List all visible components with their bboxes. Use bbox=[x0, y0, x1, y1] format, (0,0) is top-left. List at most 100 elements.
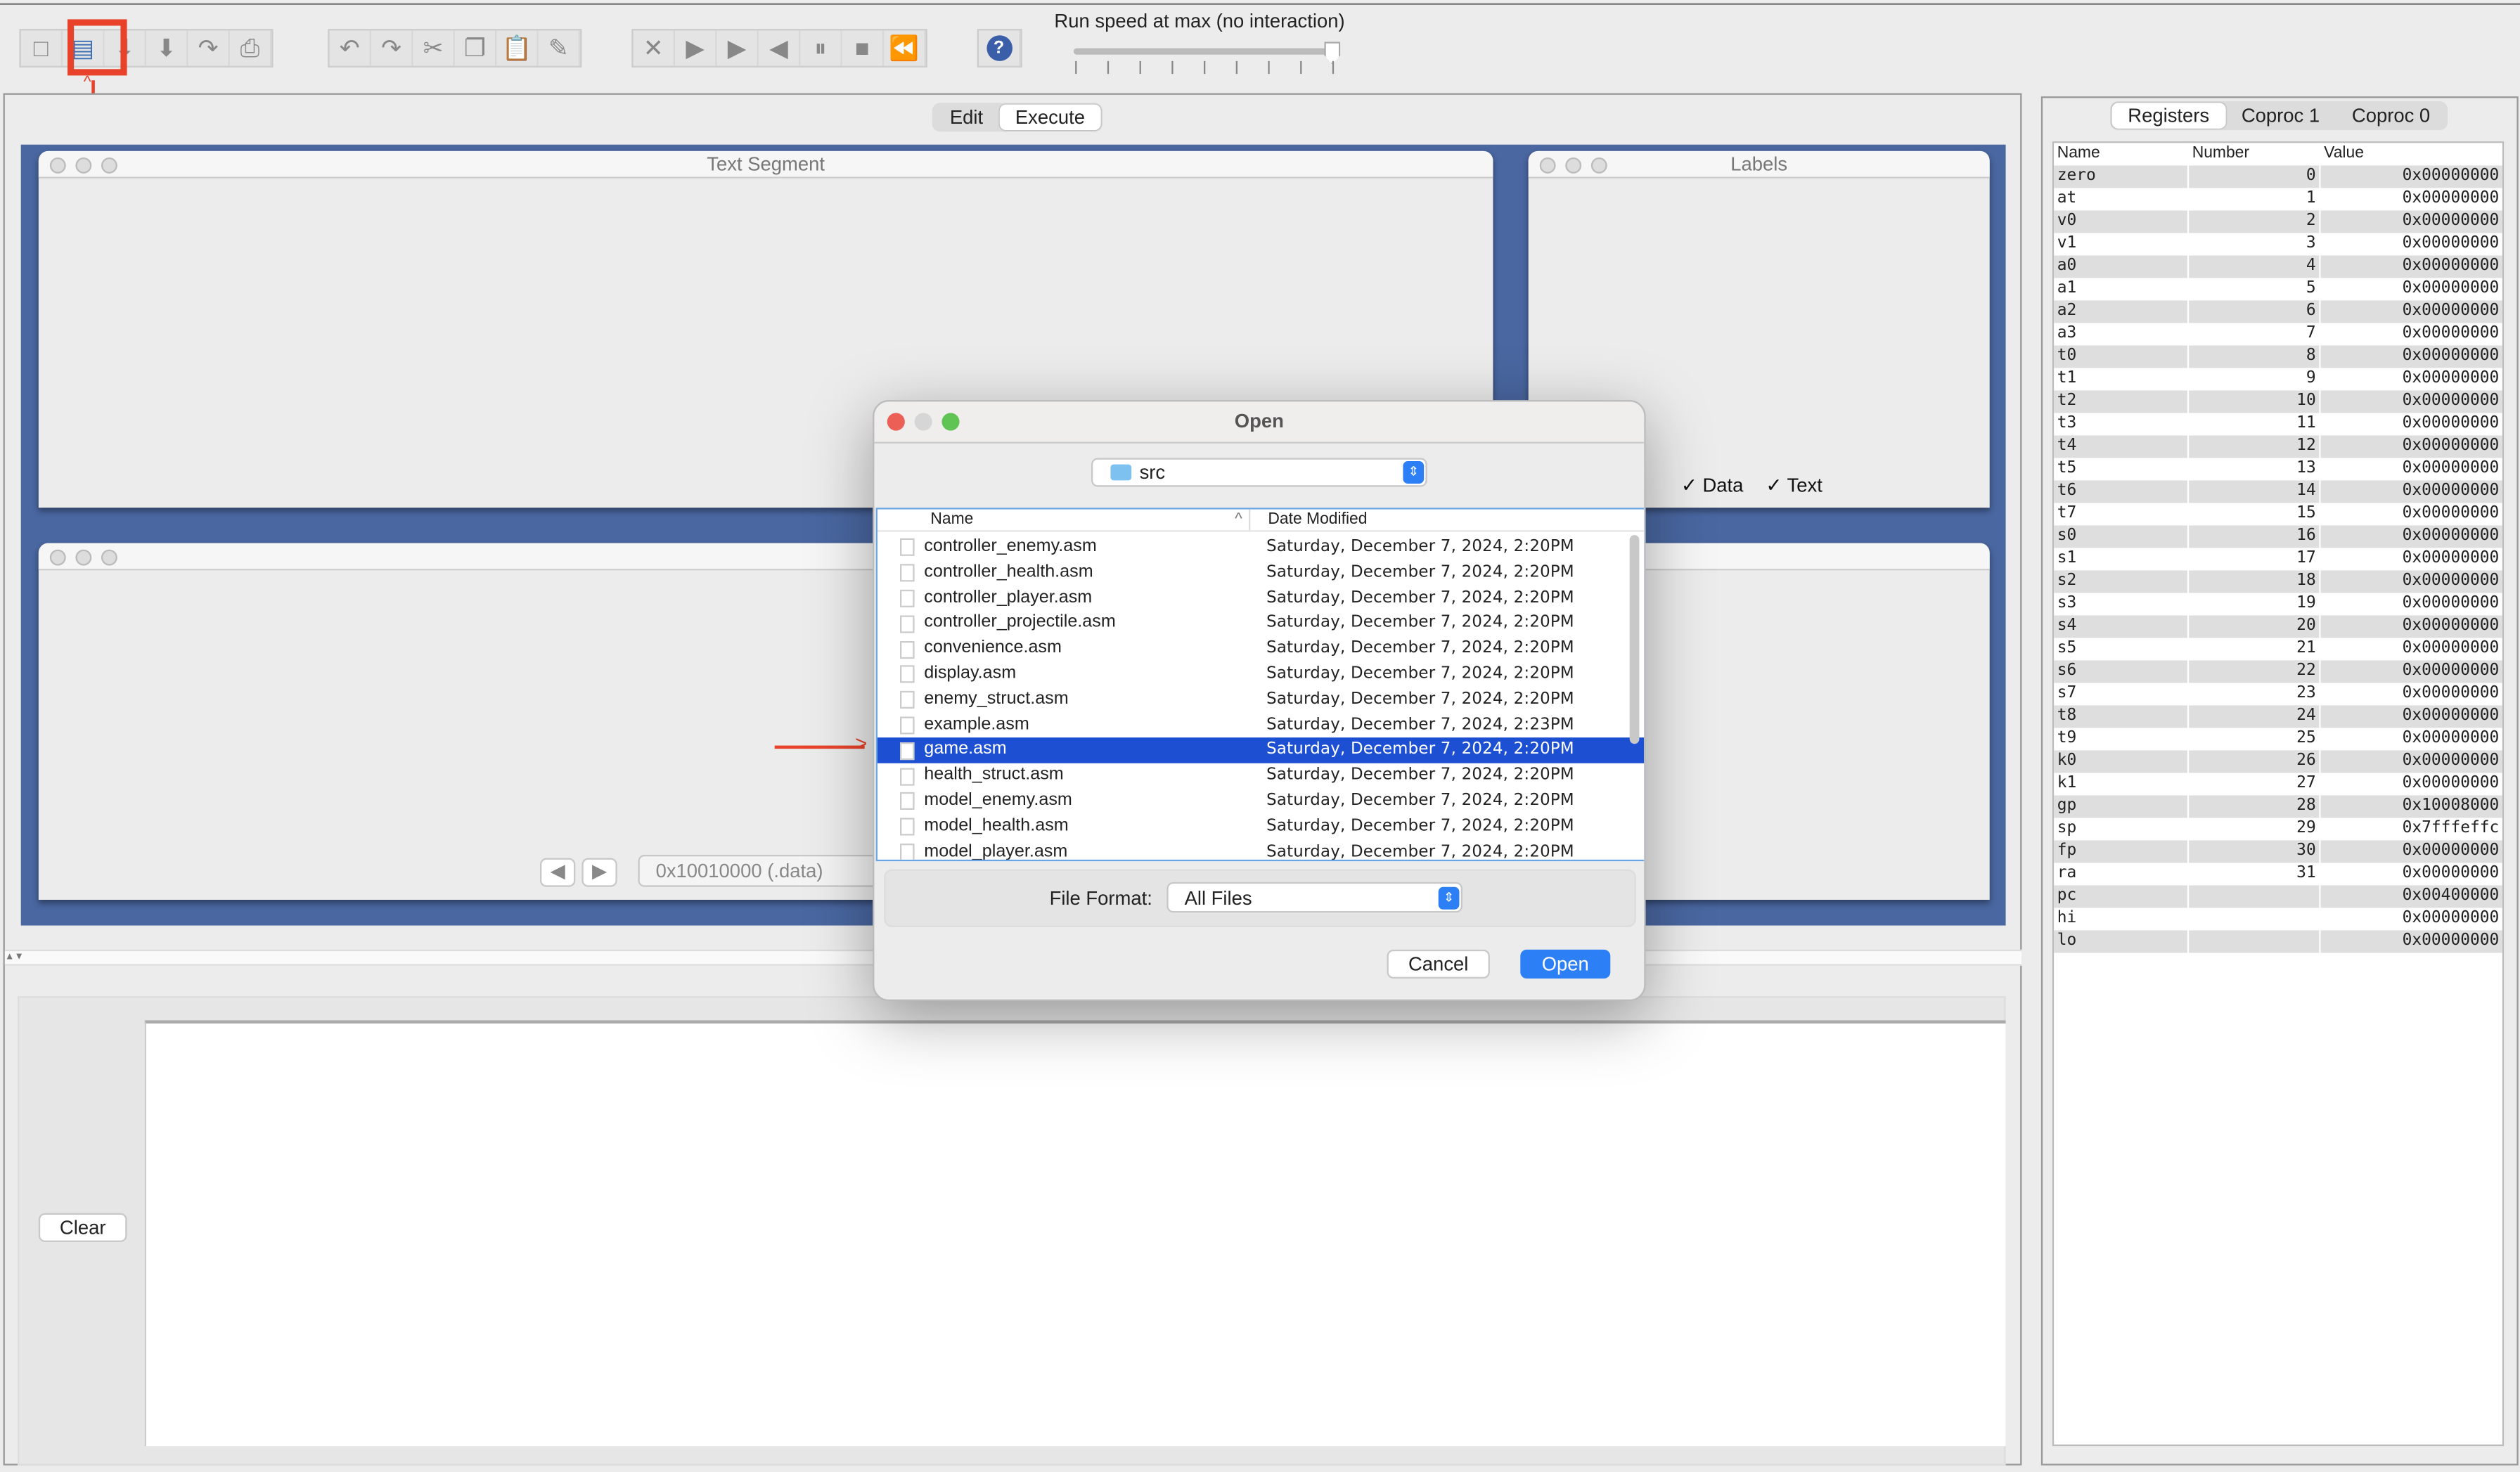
file-row[interactable]: convenience.asm Saturday, December 7, 202… bbox=[878, 637, 1644, 662]
register-number: 26 bbox=[2189, 750, 2321, 773]
open-button[interactable]: Open bbox=[1520, 949, 1611, 979]
step-button[interactable]: ▶ bbox=[716, 30, 759, 66]
text-checkbox[interactable]: ✓ Text bbox=[1766, 474, 1822, 496]
cut-button[interactable]: ✂ bbox=[413, 30, 455, 66]
register-row: k1 27 0x00000000 bbox=[2054, 773, 2502, 796]
next-arrow-button[interactable]: ▶ bbox=[581, 858, 617, 887]
assemble-button[interactable]: ✕ bbox=[634, 30, 675, 66]
register-name: fp bbox=[2054, 840, 2190, 863]
register-number: 21 bbox=[2189, 638, 2321, 661]
register-value: 0x00000000 bbox=[2402, 706, 2500, 725]
tab-edit[interactable]: Edit bbox=[934, 105, 999, 131]
file-row[interactable]: example.asm Saturday, December 7, 2024, 2… bbox=[878, 713, 1644, 738]
file-row[interactable]: controller_player.asm Saturday, December … bbox=[878, 586, 1644, 611]
paste-button[interactable]: 📋 bbox=[496, 30, 539, 66]
tab-execute[interactable]: Execute bbox=[998, 104, 1101, 131]
register-value: 0x00000000 bbox=[2402, 729, 2500, 747]
folder-icon bbox=[1110, 464, 1132, 481]
new-file-button[interactable]: □ bbox=[21, 30, 63, 66]
help-button[interactable]: ? bbox=[979, 30, 1021, 66]
file-date: Saturday, December 7, 2024, 2:20PM bbox=[1266, 538, 1574, 556]
reset-button[interactable]: ⏪ bbox=[884, 30, 926, 66]
print-button[interactable]: ⎙ bbox=[230, 30, 272, 66]
file-row[interactable]: model_player.asm Saturday, December 7, 20… bbox=[878, 839, 1644, 860]
toolbar-group: ? bbox=[977, 29, 1022, 67]
annotation-arrowhead-up: ^ bbox=[83, 74, 91, 92]
file-name: controller_enemy.asm bbox=[924, 536, 1097, 556]
save-as-button[interactable]: ⬇ bbox=[146, 30, 188, 66]
file-row[interactable]: model_enemy.asm Saturday, December 7, 202… bbox=[878, 789, 1644, 814]
register-number: 2 bbox=[2189, 210, 2321, 233]
data-address-combo[interactable]: 0x10010000 (.data) bbox=[638, 854, 880, 887]
file-icon bbox=[899, 843, 915, 860]
file-format-select[interactable]: All Files ⇕ bbox=[1166, 882, 1462, 913]
file-row[interactable]: game.asm Saturday, December 7, 2024, 2:20… bbox=[877, 737, 1645, 764]
register-name: s5 bbox=[2054, 638, 2190, 661]
run-button[interactable]: ▶ bbox=[675, 30, 717, 66]
pause-button[interactable]: ⏸ bbox=[800, 30, 842, 66]
toolbar-group: □ ▤ ⬇ ⬇ ↷ ⎙ bbox=[19, 29, 274, 67]
file-row[interactable]: enemy_struct.asm Saturday, December 7, 20… bbox=[878, 687, 1644, 713]
find-replace-icon: ✎ bbox=[548, 35, 569, 63]
file-format-label: File Format: bbox=[1049, 886, 1152, 910]
file-row[interactable]: display.asm Saturday, December 7, 2024, 2… bbox=[878, 662, 1644, 687]
window-controls[interactable] bbox=[49, 549, 117, 566]
register-row: fp 30 0x00000000 bbox=[2054, 840, 2502, 863]
register-name: a0 bbox=[2054, 255, 2190, 278]
window-controls[interactable] bbox=[1539, 157, 1607, 174]
register-name: t9 bbox=[2054, 728, 2190, 751]
data-checkbox[interactable]: ✓ Data bbox=[1681, 474, 1744, 496]
file-row[interactable]: controller_projectile.asm Saturday, Decem… bbox=[878, 611, 1644, 636]
paste-icon: 📋 bbox=[501, 35, 532, 63]
file-row[interactable]: model_health.asm Saturday, December 7, 20… bbox=[878, 814, 1644, 839]
file-icon bbox=[899, 691, 915, 709]
register-name: t0 bbox=[2054, 345, 2190, 368]
slider-tick bbox=[1107, 60, 1110, 75]
window-controls[interactable] bbox=[49, 157, 117, 174]
register-row: v0 2 0x00000000 bbox=[2054, 210, 2502, 233]
close-icon[interactable] bbox=[887, 413, 905, 431]
messages-textarea[interactable] bbox=[144, 1020, 2006, 1447]
prev-arrow-button[interactable]: ◀ bbox=[539, 858, 576, 887]
file-name: health_struct.asm bbox=[924, 765, 1064, 785]
clear-button[interactable]: Clear bbox=[38, 1213, 127, 1242]
zoom-icon[interactable] bbox=[941, 413, 960, 431]
folder-select[interactable]: src ⇕ bbox=[1091, 458, 1427, 487]
tab-coproc-0[interactable]: Coproc 0 bbox=[2336, 103, 2446, 129]
cancel-button[interactable]: Cancel bbox=[1387, 949, 1490, 979]
register-row: s4 20 0x00000000 bbox=[2054, 615, 2502, 638]
stop-button[interactable]: ■ bbox=[842, 30, 885, 66]
file-row[interactable]: controller_health.asm Saturday, December … bbox=[878, 560, 1644, 586]
redo-button[interactable]: ↷ bbox=[371, 30, 413, 66]
chevron-updown-icon: ⇕ bbox=[1438, 886, 1460, 909]
copy-button[interactable]: ❐ bbox=[455, 30, 497, 66]
col-name[interactable]: Name bbox=[2054, 143, 2190, 166]
register-number: 31 bbox=[2189, 863, 2321, 886]
register-value: 0x00000000 bbox=[2402, 639, 2500, 657]
print-icon: ⎙ bbox=[240, 34, 260, 62]
file-list-scrollbar[interactable] bbox=[1629, 535, 1640, 744]
redo-icon: ↷ bbox=[381, 35, 401, 63]
col-date-header[interactable]: Date Modified bbox=[1250, 510, 1367, 531]
file-row[interactable]: health_struct.asm Saturday, December 7, 2… bbox=[878, 763, 1644, 789]
mars-simulator-window: □ ▤ ⬇ ⬇ ↷ ⎙ ↶ ↷ ✂ ❐ 📋 ✎ ✕ ▶ ▶ ◀ ⏸ ■ ⏪? Run speed at max (n… bbox=[0, 0, 2520, 1472]
find-replace-button[interactable]: ✎ bbox=[539, 30, 581, 66]
tab-registers[interactable]: Registers bbox=[2111, 103, 2225, 129]
slider-tick bbox=[1300, 60, 1302, 75]
undo-button[interactable]: ↶ bbox=[330, 30, 371, 66]
register-number: 7 bbox=[2189, 323, 2321, 346]
col-number[interactable]: Number bbox=[2189, 143, 2321, 166]
table-header: Name Number Value bbox=[2054, 143, 2502, 166]
minimize-icon[interactable] bbox=[914, 413, 932, 431]
backstep-button[interactable]: ◀ bbox=[759, 30, 801, 66]
file-icon bbox=[899, 538, 915, 557]
register-name: k0 bbox=[2054, 750, 2190, 773]
dump-memory-button[interactable]: ↷ bbox=[188, 30, 230, 66]
register-row: gp 28 0x10008000 bbox=[2054, 795, 2502, 818]
tab-coproc-1[interactable]: Coproc 1 bbox=[2225, 103, 2336, 129]
col-value[interactable]: Value bbox=[2321, 143, 2502, 165]
run-speed-slider[interactable] bbox=[1073, 48, 1335, 55]
register-row: t6 14 0x00000000 bbox=[2054, 480, 2502, 503]
col-name-header[interactable]: Name ^ bbox=[878, 509, 1251, 531]
file-row[interactable]: controller_enemy.asm Saturday, December 7… bbox=[878, 535, 1644, 560]
